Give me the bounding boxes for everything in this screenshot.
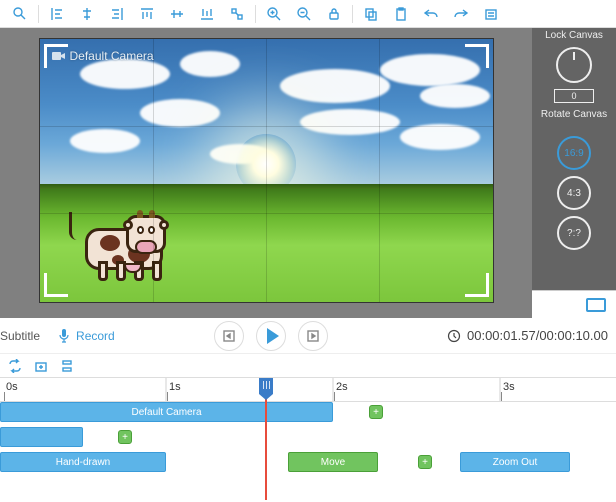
clip-hand-drawn[interactable]: Hand-drawn [0,452,166,472]
ruler-tick-3s: 3s [503,381,515,393]
zoom-in-icon[interactable] [260,2,288,26]
zoom-out-icon[interactable] [290,2,318,26]
track-spacer1[interactable]: + [0,427,616,447]
track-options-icon[interactable] [58,357,76,375]
stage[interactable]: Default Camera [39,38,494,303]
align-right-icon[interactable] [103,2,131,26]
redo-icon[interactable] [447,2,475,26]
track-tools [0,354,616,378]
keyframe-button[interactable]: + [118,430,132,444]
tracks: Default Camera + + Hand-drawn Move + Zoo… [0,402,616,472]
timeline-ruler[interactable]: 0s 1s 2s 3s [0,378,616,402]
device-preview-bar [532,290,616,318]
view-mode-icon[interactable] [6,2,34,26]
transport-bar: Subtitle Record 00:00:01.57/00:00:10.00 [0,318,616,354]
rotation-value-input[interactable]: 0 [554,89,594,103]
align-bottom-icon[interactable] [193,2,221,26]
clip-move[interactable]: Move [288,452,378,472]
next-frame-button[interactable] [298,321,328,351]
lock-canvas-label: Lock Canvas [545,30,603,41]
prev-frame-button[interactable] [214,321,244,351]
aspect-16-9-button[interactable]: 16:9 [557,136,591,170]
playhead-handle[interactable] [259,378,273,394]
lock-icon[interactable] [320,2,348,26]
rotate-dial[interactable] [556,47,592,83]
play-button[interactable] [256,321,286,351]
align-center-h-icon[interactable] [73,2,101,26]
paste-icon[interactable] [387,2,415,26]
microphone-icon [58,328,70,344]
track-camera[interactable]: Default Camera + [0,402,616,422]
settings-icon[interactable] [477,2,505,26]
camera-icon [52,51,66,61]
aspect-custom-button[interactable]: ?:? [557,216,591,250]
add-track-icon[interactable] [32,357,50,375]
keyframe-button[interactable]: + [418,455,432,469]
undo-icon[interactable] [417,2,445,26]
align-middle-v-icon[interactable] [163,2,191,26]
cow-character[interactable] [75,204,185,284]
clip-zoom-out[interactable]: Zoom Out [460,452,570,472]
top-toolbar [0,0,616,28]
rotate-canvas-label: Rotate Canvas [541,109,607,120]
timecode: 00:00:01.57/00:00:10.00 [428,328,608,343]
side-panel: Lock Canvas 0 Rotate Canvas 16:9 4:3 ?:? [532,28,616,318]
camera-label: Default Camera [52,49,154,63]
play-icon [267,328,279,344]
align-left-icon[interactable] [43,2,71,26]
track-effects[interactable]: Hand-drawn Move + Zoom Out [0,452,616,472]
distribute-icon[interactable] [223,2,251,26]
ruler-tick-1s: 1s [169,381,181,393]
record-button[interactable]: Record [76,329,115,343]
subtitle-button[interactable]: Subtitle [0,329,40,343]
device-preview-icon[interactable] [586,298,606,312]
timeline[interactable]: 0s 1s 2s 3s Default Camera + + Hand-draw… [0,378,616,500]
aspect-4-3-button[interactable]: 4:3 [557,176,591,210]
loop-icon[interactable] [6,357,24,375]
canvas-area[interactable]: Default Camera [0,28,532,318]
align-top-icon[interactable] [133,2,161,26]
ruler-tick-0s: 0s [6,381,18,393]
clip-blue-short[interactable] [0,427,83,447]
clock-icon [447,329,461,343]
clip-default-camera[interactable]: Default Camera [0,402,333,422]
copy-icon[interactable] [357,2,385,26]
keyframe-button[interactable]: + [369,405,383,419]
ruler-tick-2s: 2s [336,381,348,393]
